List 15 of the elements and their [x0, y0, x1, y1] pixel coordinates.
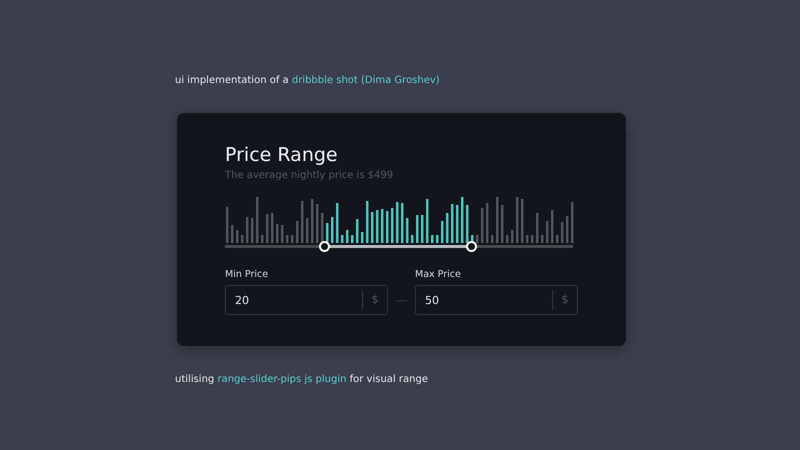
max-handle[interactable]	[466, 240, 477, 252]
field-label: Max Price	[415, 269, 461, 281]
intro-text: ui implementation of a dribbble shot (Dima Groshev)	[175, 74, 440, 88]
price-input-field[interactable]: 50 $	[415, 285, 578, 315]
card-title: Price Range	[225, 143, 338, 167]
plugin-link[interactable]: range-slider-pips js plugin	[217, 374, 346, 385]
min-handle[interactable]	[319, 240, 330, 252]
footer-text: utilising range-slider-pips js plugin for visual range	[175, 373, 429, 387]
currency-unit: $	[552, 290, 577, 310]
price-input-field[interactable]: 20 $	[225, 285, 388, 315]
dribbble-link[interactable]: dribbble shot (Dima Groshev)	[292, 75, 440, 86]
currency-unit: $	[362, 290, 387, 310]
field-label: Min Price	[225, 269, 268, 281]
card-subtitle: The average nightly price is $499	[225, 169, 394, 183]
range-separator: —	[394, 292, 408, 309]
